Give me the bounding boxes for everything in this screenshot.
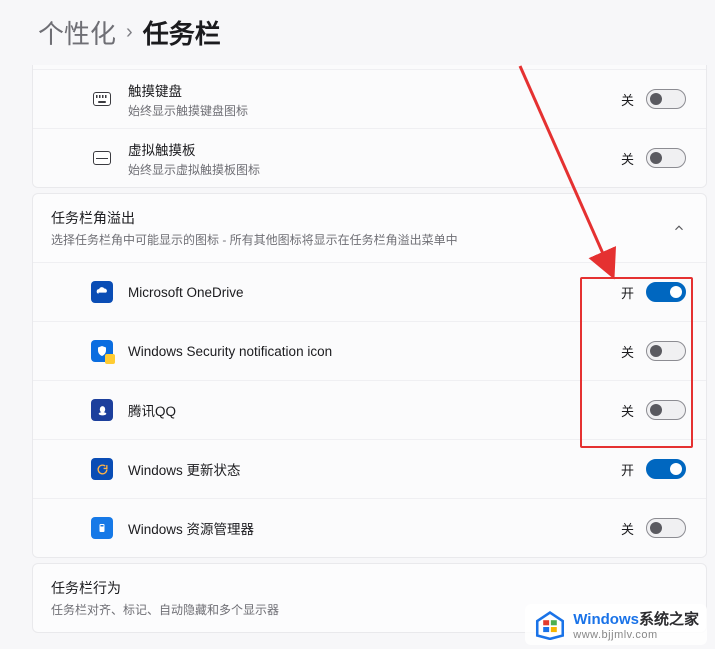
windows-update-icon — [91, 458, 113, 480]
row-subtitle: 始终显示触摸键盘图标 — [128, 102, 621, 119]
security-icon — [91, 340, 113, 362]
toggle-state-label: 关 — [621, 342, 634, 361]
toggle-onedrive[interactable] — [646, 282, 686, 302]
keyboard-icon — [91, 88, 113, 110]
watermark-brand1: Windows — [573, 611, 639, 628]
breadcrumb-parent[interactable]: 个性化 — [38, 14, 116, 51]
toggle-state-label: 关 — [621, 149, 634, 168]
toggle-state-label: 开 — [621, 283, 634, 302]
windows-logo-icon — [533, 610, 567, 640]
row-title: Microsoft OneDrive — [128, 285, 621, 300]
qq-icon — [91, 399, 113, 421]
row-virtual-touchpad: 虚拟触摸板 始终显示虚拟触摸板图标 关 — [33, 128, 706, 187]
group-title: 任务栏角溢出 — [51, 208, 672, 228]
toggle-resource-manager[interactable] — [646, 518, 686, 538]
breadcrumb: 个性化 › 任务栏 — [0, 0, 715, 65]
toggle-state-label: 关 — [621, 519, 634, 538]
toggle-state-label: 关 — [621, 90, 634, 109]
row-title: 触摸键盘 — [128, 80, 621, 100]
resource-manager-icon — [91, 517, 113, 539]
row-touch-keyboard: 触摸键盘 始终显示触摸键盘图标 关 — [33, 69, 706, 128]
row-qq: 腾讯QQ 关 — [33, 380, 706, 439]
breadcrumb-current: 任务栏 — [143, 14, 221, 51]
toggle-state-label: 关 — [621, 401, 634, 420]
toggle-qq[interactable] — [646, 400, 686, 420]
row-title: Windows Security notification icon — [128, 344, 621, 359]
row-title: Windows 资源管理器 — [128, 518, 621, 538]
toggle-windows-security[interactable] — [646, 341, 686, 361]
row-resource-manager: Windows 资源管理器 关 — [33, 498, 706, 557]
watermark-url: www.bjjmlv.com — [573, 629, 699, 641]
group-subtitle: 选择任务栏角中可能显示的图标 - 所有其他图标将显示在任务栏角溢出菜单中 — [51, 231, 672, 248]
row-title: 腾讯QQ — [128, 400, 621, 420]
toggle-windows-update[interactable] — [646, 459, 686, 479]
group-title: 任务栏行为 — [51, 578, 686, 598]
taskbar-overflow-header[interactable]: 任务栏角溢出 选择任务栏角中可能显示的图标 - 所有其他图标将显示在任务栏角溢出… — [33, 194, 706, 262]
row-onedrive: Microsoft OneDrive 开 — [33, 262, 706, 321]
chevron-right-icon: › — [126, 21, 133, 44]
row-title: 虚拟触摸板 — [128, 139, 621, 159]
watermark-brand2: 系统之家 — [639, 611, 699, 628]
toggle-state-label: 开 — [621, 460, 634, 479]
row-windows-security: Windows Security notification icon 关 — [33, 321, 706, 380]
toggle-touch-keyboard[interactable] — [646, 89, 686, 109]
row-title: Windows 更新状态 — [128, 459, 621, 479]
row-subtitle: 始终显示虚拟触摸板图标 — [128, 161, 621, 178]
taskbar-overflow-group: 任务栏角溢出 选择任务栏角中可能显示的图标 - 所有其他图标将显示在任务栏角溢出… — [32, 193, 707, 558]
toggle-virtual-touchpad[interactable] — [646, 148, 686, 168]
row-windows-update: Windows 更新状态 开 — [33, 439, 706, 498]
chevron-up-icon — [672, 221, 686, 235]
touchpad-icon — [91, 147, 113, 169]
onedrive-icon — [91, 281, 113, 303]
watermark: Windows系统之家 www.bjjmlv.com — [525, 604, 707, 645]
